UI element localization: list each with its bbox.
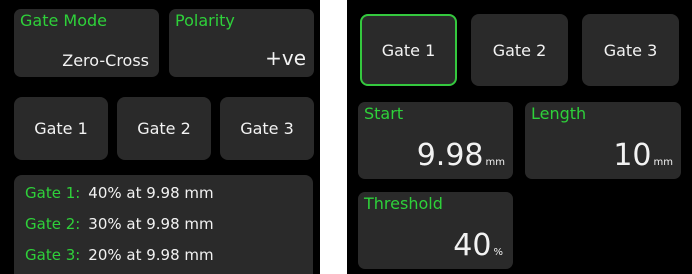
gate-mode-label: Gate Mode xyxy=(20,11,107,30)
start-value: 9.98 xyxy=(416,138,484,173)
gate-1-button[interactable]: Gate 1 xyxy=(14,97,108,160)
gate-mode-value: Zero-Cross xyxy=(62,51,149,70)
status-gate-2-value: 30% at 9.98 mm xyxy=(88,215,214,233)
status-gate-3-value: 20% at 9.98 mm xyxy=(88,246,214,264)
length-label: Length xyxy=(531,104,587,123)
gate-status-list: Gate 1: 40% at 9.98 mm Gate 2: 30% at 9.98… xyxy=(14,175,313,274)
polarity-label: Polarity xyxy=(175,11,235,30)
status-line-gate-2: Gate 2: 30% at 9.98 mm xyxy=(25,215,214,233)
gate-parameters-panel: Gate 1 Gate 2 Gate 3 Start 9.98 mm Length… xyxy=(347,0,692,274)
status-gate-1-value: 40% at 9.98 mm xyxy=(88,184,214,202)
gate-1-tab[interactable]: Gate 1 xyxy=(360,14,457,86)
status-gate-1-key: Gate 1: xyxy=(25,184,81,202)
status-gate-2-key: Gate 2: xyxy=(25,215,81,233)
polarity-value: +ve xyxy=(265,46,306,70)
threshold-label: Threshold xyxy=(364,194,443,213)
length-unit: mm xyxy=(653,157,673,168)
length-value-group: 10 mm xyxy=(613,138,673,173)
start-value-group: 9.98 mm xyxy=(417,138,505,173)
polarity-tile[interactable]: Polarity +ve xyxy=(169,9,314,77)
start-tile[interactable]: Start 9.98 mm xyxy=(358,102,513,179)
length-tile[interactable]: Length 10 mm xyxy=(525,102,681,179)
start-unit: mm xyxy=(485,157,505,168)
threshold-unit: % xyxy=(493,247,503,258)
gate-3-button[interactable]: Gate 3 xyxy=(220,97,314,160)
status-line-gate-1: Gate 1: 40% at 9.98 mm xyxy=(25,184,214,202)
status-gate-3-key: Gate 3: xyxy=(25,246,81,264)
gate-2-tab[interactable]: Gate 2 xyxy=(471,14,568,86)
gate-mode-tile[interactable]: Gate Mode Zero-Cross xyxy=(14,9,159,77)
start-label: Start xyxy=(364,104,404,123)
gate-2-button[interactable]: Gate 2 xyxy=(117,97,211,160)
gate-settings-panel: Gate Mode Zero-Cross Polarity +ve Gate 1… xyxy=(0,0,320,274)
threshold-tile[interactable]: Threshold 40% xyxy=(358,192,513,269)
gate-3-tab[interactable]: Gate 3 xyxy=(582,14,679,86)
threshold-value-group: 40% xyxy=(453,228,503,263)
status-line-gate-3: Gate 3: 20% at 9.98 mm xyxy=(25,246,214,264)
length-value: 10 xyxy=(613,138,652,173)
threshold-value: 40 xyxy=(453,228,492,263)
